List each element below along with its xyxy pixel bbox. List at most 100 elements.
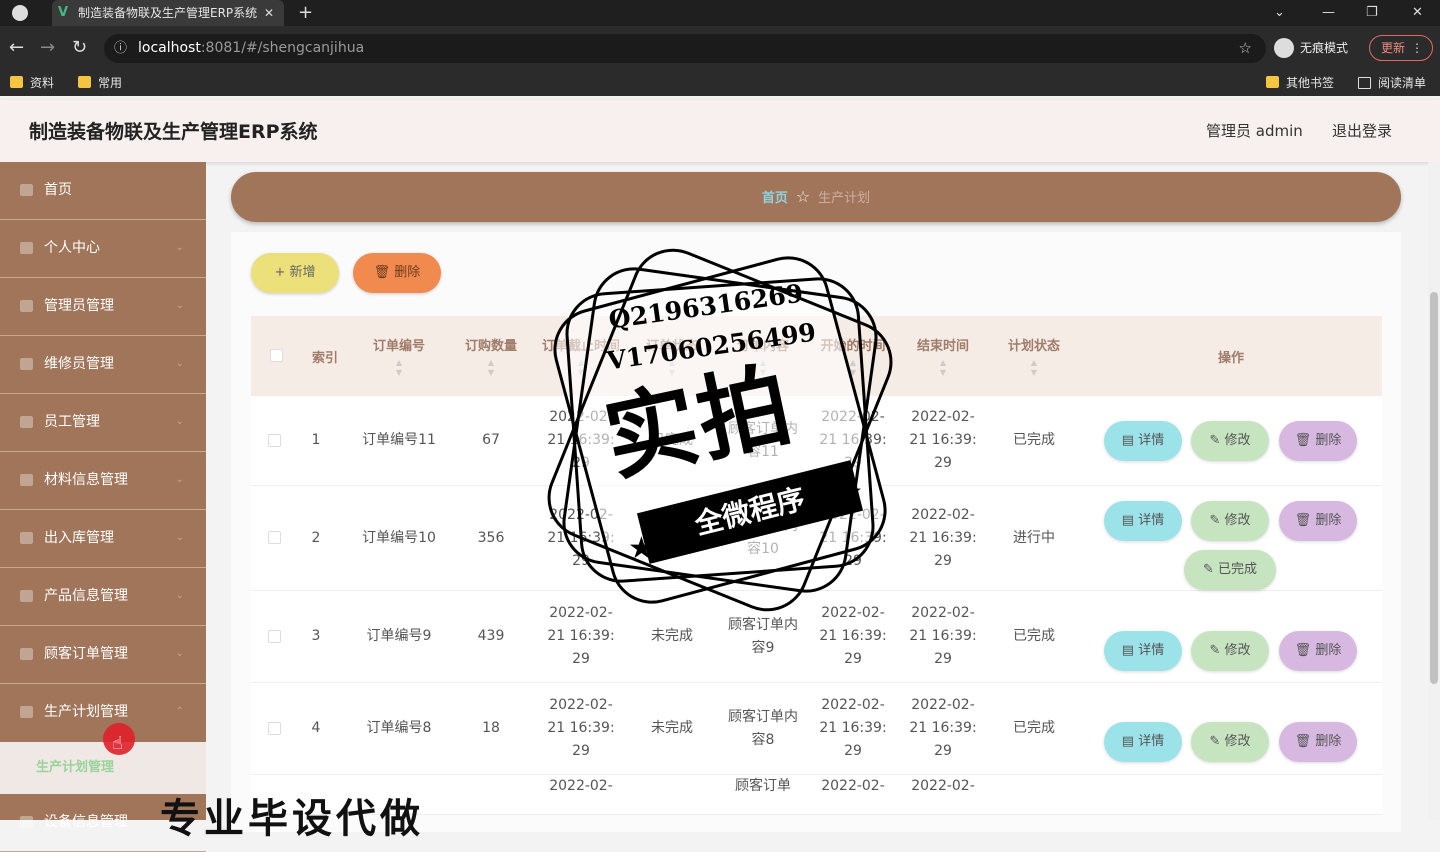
sidebar-item-employees[interactable]: 员工管理 ⌄ — [0, 394, 206, 452]
cell-start-time: 2022-02-21 16:39:29 — [819, 605, 887, 667]
cell-end-time: 2022-02-21 16:39:29 — [909, 605, 977, 667]
column-plan-status[interactable]: 计划状态 ▲ ▼ — [993, 316, 1075, 396]
cell-quantity: 67 — [482, 432, 500, 448]
chevron-down-icon: ⌄ — [175, 300, 184, 311]
bookmark-folder[interactable]: 常用 — [78, 70, 122, 96]
url-host: localhost — [138, 40, 201, 56]
star-icon: ☆ — [795, 187, 811, 206]
sidebar-item-inventory[interactable]: 出入库管理 ⌄ — [0, 510, 206, 568]
mark-complete-button[interactable]: ✎ 已完成 — [1184, 550, 1276, 590]
tab-list-icon[interactable]: ⌄ — [1274, 0, 1285, 26]
folder-icon — [1266, 76, 1279, 88]
cell-index: 2 — [311, 529, 321, 546]
add-button[interactable]: + 新增 — [251, 253, 339, 293]
page-scrollbar[interactable] — [1428, 162, 1440, 820]
column-start-time[interactable]: 开始的时间 ▲ ▼ — [813, 316, 893, 396]
cell-quantity: 439 — [477, 628, 505, 644]
edit-button[interactable]: ✎ 修改 — [1191, 501, 1269, 541]
cell-plan-status: 进行中 — [1013, 529, 1055, 546]
plan-icon — [20, 706, 33, 718]
vue-logo-icon: V — [58, 5, 69, 20]
back-icon[interactable]: ← — [9, 26, 24, 70]
app-header: 制造装备物联及生产管理ERP系统 管理员 admin 退出登录 — [0, 100, 1440, 162]
minimize-icon[interactable]: — — [1322, 0, 1335, 26]
cell-deadline: 2022-02- — [549, 778, 613, 794]
logout-button[interactable]: 退出登录 — [1332, 100, 1392, 162]
sidebar-item-home[interactable]: 首页 — [0, 162, 206, 220]
chevron-up-icon: ⌃ — [175, 706, 184, 717]
incognito-indicator[interactable]: 无痕模式 — [1274, 35, 1348, 61]
browser-tab[interactable]: V 制造装备物联及生产管理ERP系统 ✕ — [52, 0, 284, 26]
delete-button[interactable]: 🗑 删除 — [1279, 722, 1357, 762]
forward-icon[interactable]: → — [40, 26, 55, 70]
order-icon — [20, 648, 33, 660]
cell-quantity: 356 — [477, 529, 505, 546]
sort-icon[interactable]: ▲ ▼ — [993, 358, 1075, 378]
new-tab-button[interactable]: + — [298, 0, 313, 26]
chevron-down-icon: ⌄ — [175, 242, 184, 253]
cell-order-content: 顾客订单内容8 — [728, 708, 798, 748]
select-all-checkbox[interactable] — [270, 349, 283, 362]
bookmarks-bar: 资料 常用 其他书签 阅读清单 — [0, 70, 1440, 96]
detail-button[interactable]: ▤ 详情 — [1104, 501, 1182, 541]
column-order-no[interactable]: 订单编号 ▲ ▼ — [351, 316, 447, 396]
row-checkbox[interactable] — [268, 630, 281, 643]
more-menu-icon[interactable]: ⋮ — [1411, 36, 1423, 60]
delete-button[interactable]: 🗑 删除 — [1279, 631, 1357, 671]
reading-list[interactable]: 阅读清单 — [1358, 70, 1426, 96]
delete-button[interactable]: 🗑 删除 — [1279, 421, 1357, 461]
sidebar-item-profile[interactable]: 个人中心 ⌄ — [0, 220, 206, 278]
equipment-icon — [20, 816, 33, 828]
cell-deadline: 2022-02-21 16:39:29 — [547, 506, 615, 569]
cell-end-time: 2022-02-21 16:39:29 — [909, 697, 977, 759]
sort-icon[interactable]: ▲ ▼ — [903, 358, 983, 378]
cell-order-no: 订单编号11 — [362, 432, 436, 448]
cell-order-status: 未完成 — [651, 720, 693, 736]
breadcrumb-home[interactable]: 首页 — [762, 191, 788, 206]
url-input[interactable]: ⓘ localhost:8081/#/shengcanjihua ☆ — [104, 34, 1266, 63]
scrollbar-thumb[interactable] — [1430, 292, 1438, 684]
detail-button[interactable]: ▤ 详情 — [1104, 722, 1182, 762]
column-end-time[interactable]: 结束时间 ▲ ▼ — [903, 316, 983, 396]
edit-button[interactable]: ✎ 修改 — [1191, 631, 1269, 671]
sidebar-item-repairers[interactable]: 维修员管理 ⌄ — [0, 336, 206, 394]
site-info-icon[interactable]: ⓘ — [114, 34, 127, 63]
update-label: 更新 — [1381, 41, 1406, 55]
sort-icon[interactable]: ▲ ▼ — [451, 358, 531, 378]
sidebar-item-orders[interactable]: 顾客订单管理 ⌄ — [0, 626, 206, 684]
row-checkbox[interactable] — [268, 722, 281, 735]
bookmark-folder[interactable]: 资料 — [10, 70, 54, 96]
hand-cursor-icon: ☝ — [112, 733, 123, 754]
tab-close-icon[interactable]: ✕ — [264, 0, 274, 26]
cell-index: 4 — [311, 720, 321, 736]
user-icon — [20, 242, 33, 254]
browser-logo-icon — [12, 5, 28, 21]
row-checkbox[interactable] — [268, 531, 281, 544]
reload-icon[interactable]: ↻ — [72, 26, 87, 70]
sidebar-item-admins[interactable]: 管理员管理 ⌄ — [0, 278, 206, 336]
sort-icon[interactable]: ▲ ▼ — [813, 358, 893, 378]
bookmark-star-icon[interactable]: ☆ — [1239, 34, 1252, 63]
cell-deadline: 2022-02-21 16:39:29 — [547, 697, 615, 759]
edit-button[interactable]: ✎ 修改 — [1191, 722, 1269, 762]
restore-icon[interactable]: ❐ — [1366, 0, 1378, 26]
batch-delete-button[interactable]: 🗑 删除 — [353, 253, 441, 293]
chevron-down-icon: ⌄ — [175, 648, 184, 659]
detail-button[interactable]: ▤ 详情 — [1104, 631, 1182, 671]
edit-button[interactable]: ✎ 修改 — [1191, 421, 1269, 461]
window-close-icon[interactable]: ✕ — [1412, 0, 1423, 26]
incognito-label: 无痕模式 — [1300, 41, 1349, 55]
cell-index: 3 — [311, 628, 321, 644]
sidebar-item-materials[interactable]: 材料信息管理 ⌄ — [0, 452, 206, 510]
delete-button[interactable]: 🗑 删除 — [1279, 501, 1357, 541]
sidebar-item-products[interactable]: 产品信息管理 ⌄ — [0, 568, 206, 626]
cell-plan-status: 已完成 — [1013, 720, 1055, 736]
bookmark-folder-other[interactable]: 其他书签 — [1266, 70, 1334, 96]
update-button[interactable]: 更新 ⋮ — [1369, 35, 1433, 61]
cell-order-status: 未完成 — [651, 628, 693, 644]
cell-quantity: 18 — [482, 720, 500, 736]
row-checkbox[interactable] — [268, 434, 281, 447]
column-quantity[interactable]: 订购数量 ▲ ▼ — [451, 316, 531, 396]
detail-button[interactable]: ▤ 详情 — [1104, 421, 1182, 461]
sort-icon[interactable]: ▲ ▼ — [351, 358, 447, 378]
